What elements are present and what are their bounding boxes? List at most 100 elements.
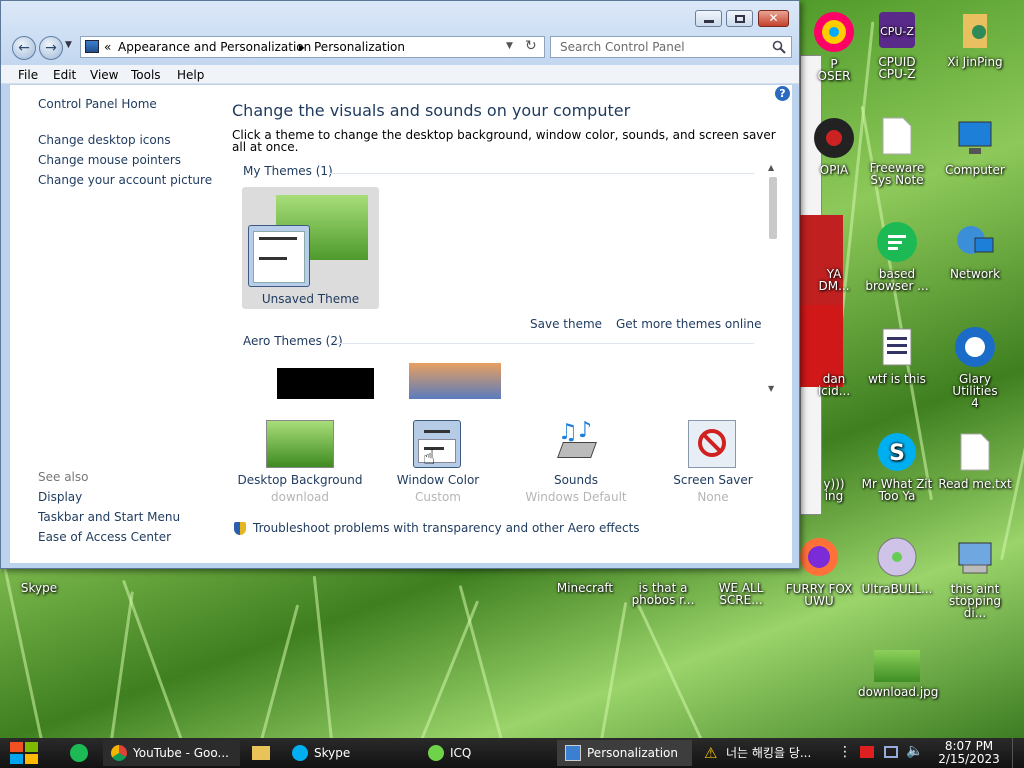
desktop-icon-minecraft[interactable]: Minecraft bbox=[546, 582, 624, 594]
network-tray-icon[interactable] bbox=[884, 746, 898, 758]
back-button[interactable]: ← bbox=[12, 36, 36, 60]
get-more-themes-link[interactable]: Get more themes online bbox=[616, 317, 762, 331]
show-desktop-button[interactable] bbox=[1012, 738, 1024, 768]
display-link[interactable]: Display bbox=[38, 490, 82, 504]
scroll-up-icon[interactable]: ▲ bbox=[768, 163, 774, 172]
taskbar-start-menu-link[interactable]: Taskbar and Start Menu bbox=[38, 510, 180, 524]
screen-saver-button[interactable]: Screen Saver None bbox=[648, 415, 778, 507]
desktop-icon-skype[interactable]: Skype bbox=[0, 582, 78, 594]
desktop-icon-computer[interactable]: Computer bbox=[936, 116, 1014, 176]
desktop-icon-mrwhatzit[interactable]: S Mr What Zit Too Ya bbox=[858, 430, 936, 502]
search-input[interactable]: Search Control Panel bbox=[560, 40, 685, 54]
menu-view[interactable]: View bbox=[90, 68, 118, 82]
disc-icon bbox=[875, 535, 919, 579]
desktop-icon-based-browser[interactable]: based browser ... bbox=[858, 220, 936, 292]
menu-help[interactable]: Help bbox=[177, 68, 204, 82]
desktop-icon-phobos[interactable]: is that a phobos r... bbox=[624, 582, 702, 606]
start-button[interactable] bbox=[8, 740, 44, 766]
shield-icon bbox=[234, 522, 246, 535]
breadcrumb-personalization[interactable]: Personalization bbox=[314, 40, 405, 54]
clock[interactable]: 8:07 PM 2/15/2023 bbox=[935, 740, 1003, 766]
cursor-hand-icon: ☝ bbox=[423, 445, 436, 469]
document-icon bbox=[875, 114, 919, 158]
control-panel-home-link[interactable]: Control Panel Home bbox=[38, 97, 157, 111]
troubleshoot-aero-link[interactable]: Troubleshoot problems with transparency … bbox=[253, 521, 640, 535]
themes-scrollbar[interactable]: ▲ ▼ bbox=[766, 161, 780, 399]
desktop-icon-download-jpg[interactable]: download.jpg bbox=[858, 650, 938, 698]
svg-text:CPU-Z: CPU-Z bbox=[880, 25, 914, 38]
change-desktop-icons-link[interactable]: Change desktop icons bbox=[38, 133, 171, 147]
breadcrumb-separator-icon[interactable]: ▸ bbox=[299, 40, 305, 54]
address-dropdown-icon[interactable]: ▼ bbox=[506, 41, 513, 51]
maximize-icon bbox=[735, 15, 745, 23]
desktop-icon-freeware-sysnote[interactable]: Freeware Sys Note bbox=[858, 114, 936, 186]
tray-overflow-icon[interactable]: ⋮ bbox=[838, 744, 852, 760]
desktop-icon-readme[interactable]: Read me.txt bbox=[936, 430, 1014, 490]
desktop-icon-glary[interactable]: Glary Utilities 4 bbox=[936, 325, 1014, 409]
chrome-icon bbox=[111, 745, 127, 761]
personalization-window: ✕ ← → ▼ « Appearance and Personalization… bbox=[0, 0, 800, 569]
image-file-icon bbox=[874, 650, 920, 682]
text-document-icon bbox=[953, 430, 997, 474]
page-title: Change the visuals and sounds on your co… bbox=[232, 101, 631, 120]
task-pane: Control Panel Home Change desktop icons … bbox=[10, 85, 220, 563]
app-icon bbox=[812, 430, 856, 474]
flag-icon[interactable] bbox=[860, 746, 874, 758]
text-file-icon bbox=[875, 325, 919, 369]
scroll-thumb[interactable] bbox=[769, 177, 777, 239]
desktop-background-button[interactable]: Desktop Background download bbox=[235, 415, 365, 507]
taskbar-item-skype[interactable]: Skype bbox=[284, 740, 417, 766]
desktop-icon-wtf[interactable]: wtf is this bbox=[858, 325, 936, 385]
desktop-icon-cpuz[interactable]: CPU-Z CPUID CPU-Z bbox=[858, 8, 936, 80]
desktop-icon-network[interactable]: Network bbox=[936, 220, 1014, 280]
desktop-icon-ultrabull[interactable]: UltraBULL... bbox=[858, 535, 936, 595]
sounds-button[interactable]: ♫ ♪ Sounds Windows Default bbox=[511, 415, 641, 507]
taskbar-item-personalization[interactable]: Personalization bbox=[557, 740, 692, 766]
search-box[interactable]: Search Control Panel bbox=[550, 36, 792, 58]
page-description: Click a theme to change the desktop back… bbox=[232, 128, 776, 154]
menu-tools[interactable]: Tools bbox=[131, 68, 161, 82]
network-icon bbox=[953, 220, 997, 264]
close-button[interactable]: ✕ bbox=[758, 10, 789, 27]
change-account-picture-link[interactable]: Change your account picture bbox=[38, 173, 212, 187]
desktop-icon-weallscre[interactable]: WE ALL SCRE... bbox=[702, 582, 780, 606]
warning-icon: ⚠ bbox=[704, 744, 718, 762]
scroll-down-icon[interactable]: ▼ bbox=[768, 384, 774, 393]
taskbar-item-icq[interactable]: ICQ bbox=[420, 740, 553, 766]
desktop-icon-thisaint[interactable]: this aint stopping di... bbox=[936, 535, 1014, 619]
menu-edit[interactable]: Edit bbox=[53, 68, 76, 82]
pinned-chat-app[interactable] bbox=[70, 744, 88, 762]
desktop-icon-xijinping[interactable]: Xi JinPing bbox=[936, 8, 1014, 68]
breadcrumb-appearance[interactable]: Appearance and Personalization bbox=[118, 40, 311, 54]
aero-theme-tile-1[interactable] bbox=[277, 368, 374, 399]
close-icon: ✕ bbox=[768, 11, 779, 25]
minimize-button[interactable] bbox=[695, 10, 722, 27]
window-color-button[interactable]: ☝ Window Color Custom bbox=[373, 415, 503, 507]
themes-list[interactable]: My Themes (1) Unsaved Theme Save theme G… bbox=[234, 161, 770, 399]
maximize-button[interactable] bbox=[726, 10, 753, 27]
address-overflow-chevron[interactable]: « bbox=[104, 40, 111, 54]
address-bar[interactable]: « Appearance and Personalization ▸ Perso… bbox=[80, 36, 545, 58]
cpu-icon: CPU-Z bbox=[875, 8, 919, 52]
screen-saver-icon bbox=[688, 420, 736, 468]
help-icon[interactable]: ? bbox=[775, 86, 790, 101]
aero-theme-tile-2[interactable] bbox=[409, 363, 501, 399]
save-theme-link[interactable]: Save theme bbox=[530, 317, 602, 331]
volume-icon[interactable]: 🔈 bbox=[906, 743, 923, 759]
recent-pages-dropdown[interactable]: ▼ bbox=[65, 40, 72, 50]
taskbar-item-youtube[interactable]: YouTube - Goo... bbox=[103, 740, 240, 766]
taskbar-item-warning[interactable]: ⚠ 너는 해킹을 당... bbox=[696, 740, 828, 766]
title-bar[interactable]: ✕ ← → ▼ « Appearance and Personalization… bbox=[1, 1, 799, 65]
unsaved-theme-tile[interactable]: Unsaved Theme bbox=[242, 187, 379, 309]
ease-of-access-link[interactable]: Ease of Access Center bbox=[38, 530, 171, 544]
forward-button[interactable]: → bbox=[39, 36, 63, 60]
change-mouse-pointers-link[interactable]: Change mouse pointers bbox=[38, 153, 181, 167]
refresh-icon[interactable]: ↻ bbox=[525, 38, 537, 54]
user-folder-icon bbox=[953, 8, 997, 52]
forward-arrow-icon: → bbox=[45, 40, 57, 56]
file-explorer-button[interactable] bbox=[252, 746, 270, 760]
menu-file[interactable]: File bbox=[18, 68, 38, 82]
search-icon[interactable] bbox=[772, 40, 786, 54]
dark-app-icon bbox=[812, 116, 856, 160]
windows-logo-icon bbox=[10, 742, 38, 764]
